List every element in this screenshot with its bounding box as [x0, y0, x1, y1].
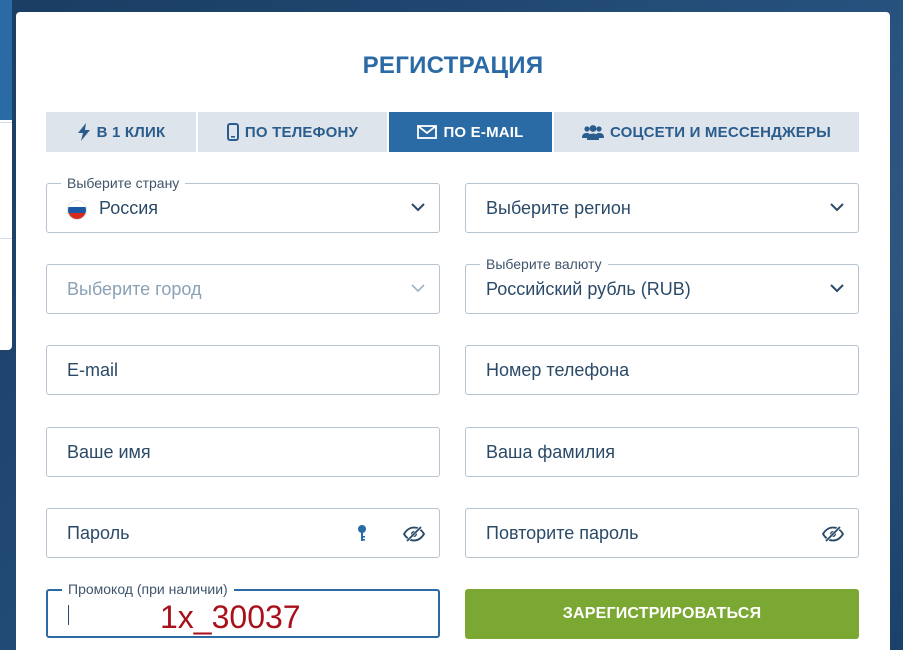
phone-icon: [226, 123, 239, 141]
last-name-placeholder: Ваша фамилия: [486, 442, 616, 462]
chevron-down-icon: [411, 203, 425, 212]
registration-method-tabs: В 1 КЛИК ПО ТЕЛЕФОНУ ПО E-MAIL СОЦСЕТИ И…: [46, 112, 859, 152]
russia-flag-icon: [67, 200, 87, 220]
envelope-icon: [417, 125, 438, 139]
users-icon: [581, 125, 604, 140]
tab-label: СОЦСЕТИ И МЕССЕНДЖЕРЫ: [609, 123, 832, 141]
city-placeholder: Выберите город: [67, 279, 202, 299]
country-select[interactable]: Выберите страну Россия: [46, 175, 440, 233]
tab-label: ПО ТЕЛЕФОНУ: [244, 123, 359, 141]
eye-slash-icon[interactable]: [822, 526, 844, 542]
phone-placeholder: Номер телефона: [486, 360, 630, 380]
chevron-down-icon: [830, 203, 844, 212]
password-placeholder: Пароль: [67, 523, 130, 543]
chevron-down-icon: [830, 284, 844, 293]
currency-value: Российский рубль (RUB): [486, 279, 691, 299]
register-button[interactable]: ЗАРЕГИСТРИРОВАТЬСЯ: [465, 589, 859, 639]
background-page-header: [0, 0, 12, 120]
divider: [0, 238, 12, 239]
email-placeholder: E-mail: [67, 360, 119, 380]
city-select[interactable]: Выберите город: [46, 264, 440, 314]
tab-label: В 1 КЛИК: [96, 123, 166, 141]
registration-modal: РЕГИСТРАЦИЯ В 1 КЛИК ПО ТЕЛЕФОНУ ПО E-MA…: [16, 12, 890, 650]
password-repeat-placeholder: Повторите пароль: [486, 523, 639, 543]
region-placeholder: Выберите регион: [486, 198, 631, 218]
password-repeat-field[interactable]: Повторите пароль: [465, 508, 859, 558]
text-caret: [68, 605, 69, 625]
tab-social-messengers[interactable]: СОЦСЕТИ И МЕССЕНДЖЕРЫ: [554, 112, 859, 152]
tab-one-click[interactable]: В 1 КЛИК: [46, 112, 198, 152]
tab-by-email[interactable]: ПО E-MAIL: [389, 112, 554, 152]
first-name-placeholder: Ваше имя: [67, 442, 151, 462]
divider: [0, 122, 12, 123]
phone-field[interactable]: Номер телефона: [465, 345, 859, 395]
country-value: Россия: [99, 198, 159, 218]
background-page-edge: [0, 0, 12, 350]
password-field[interactable]: Пароль: [46, 508, 440, 558]
key-icon[interactable]: [357, 524, 367, 544]
first-name-field[interactable]: Ваше имя: [46, 427, 440, 477]
promo-code-value: 1x_30037: [160, 599, 301, 635]
chevron-down-icon: [411, 284, 425, 293]
bolt-icon: [77, 123, 90, 141]
eye-slash-icon[interactable]: [403, 526, 425, 542]
currency-select[interactable]: Выберите валюту Российский рубль (RUB): [465, 256, 859, 314]
page-title: РЕГИСТРАЦИЯ: [362, 52, 544, 79]
email-field[interactable]: E-mail: [46, 345, 440, 395]
tab-label: ПО E-MAIL: [443, 123, 524, 141]
tab-by-phone[interactable]: ПО ТЕЛЕФОНУ: [198, 112, 389, 152]
promo-code-field[interactable]: Промокод (при наличии) 1x_30037: [46, 581, 440, 638]
last-name-field[interactable]: Ваша фамилия: [465, 427, 859, 477]
region-select[interactable]: Выберите регион: [465, 183, 859, 233]
promo-code-label: Промокод (при наличии): [62, 581, 234, 597]
